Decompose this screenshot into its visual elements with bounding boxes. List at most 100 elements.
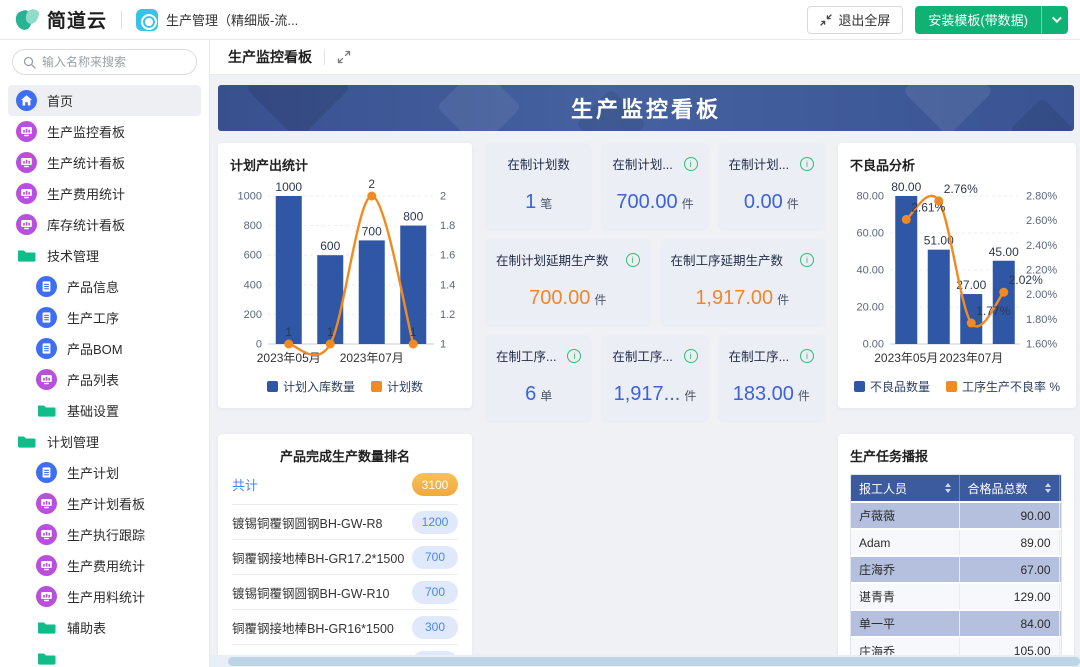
sidebar-item-生产统计看板[interactable]: 生产统计看板: [8, 147, 201, 178]
sidebar-item-生产监控看板[interactable]: 生产监控看板: [8, 116, 201, 147]
chevron-down-icon: [1051, 13, 1062, 24]
info-icon[interactable]: i: [683, 348, 698, 363]
sort-icon[interactable]: [1044, 483, 1051, 493]
sidebar-item-生产计划[interactable]: 生产计划: [8, 457, 201, 488]
column-header-报工人员[interactable]: 报工人员: [851, 475, 960, 502]
broadcast-title: 生产任务播报: [850, 449, 929, 464]
sidebar-item-生产计划看板[interactable]: 生产计划看板: [8, 488, 201, 519]
kpi-unit: 件: [594, 293, 607, 307]
sidebar-item-label: 技术管理: [47, 249, 100, 264]
column-header-合格品总数[interactable]: 合格品总数: [959, 475, 1060, 502]
svg-text:2023年05月: 2023年05月: [874, 351, 938, 365]
kpi-label: 在制工序...: [728, 350, 790, 364]
kpi-card: 在制工序延期生产数 i 1,917.00 件: [659, 239, 825, 327]
legend-item[interactable]: 不良品数量: [853, 378, 930, 395]
info-icon[interactable]: i: [625, 252, 640, 267]
quantity-pill: 700: [412, 580, 458, 604]
sidebar: 首页生产监控看板生产统计看板生产费用统计库存统计看板技术管理产品信息生产工序产品…: [0, 40, 210, 667]
info-icon[interactable]: i: [800, 156, 814, 171]
sidebar-item-基础设置[interactable]: 基础设置: [8, 395, 201, 426]
exit-fullscreen-label: 退出全屏: [838, 13, 891, 28]
svg-text:2.80%: 2.80%: [1026, 191, 1057, 203]
sidebar-item-首页[interactable]: 首页: [8, 85, 201, 116]
fullscreen-icon[interactable]: [337, 50, 351, 64]
svg-text:800: 800: [244, 220, 262, 232]
svg-text:2023年07月: 2023年07月: [340, 351, 404, 365]
sidebar-item-产品BOM[interactable]: 产品BOM: [8, 333, 201, 364]
sidebar-item-生产执行跟踪[interactable]: 生产执行跟踪: [8, 519, 201, 550]
info-icon[interactable]: i: [800, 252, 814, 267]
sidebar-item-label: 库存统计看板: [47, 218, 126, 233]
exit-fullscreen-button[interactable]: 退出全屏: [807, 5, 904, 34]
svg-text:1.77%: 1.77%: [976, 304, 1010, 318]
dashboard-icon: [36, 369, 57, 390]
sidebar-item-label: 生产用料统计: [67, 590, 146, 605]
dashboard-icon: [36, 524, 57, 545]
legend-item[interactable]: 工序生产不良率 %: [946, 378, 1060, 395]
legend-item[interactable]: 计划数: [371, 378, 423, 395]
kpi-card: 在制计划数 1 笔: [485, 143, 593, 231]
document-icon: [36, 338, 57, 359]
report-time: 2023-06: [1059, 582, 1061, 610]
svg-text:1: 1: [440, 339, 446, 351]
legend-item[interactable]: 计划入库数量: [266, 378, 355, 395]
jiandaoyun-logo[interactable]: 简道云: [13, 6, 107, 33]
kpi-value: 1: [525, 191, 537, 213]
svg-text:2.76%: 2.76%: [944, 182, 978, 196]
qualified-total: 90.00: [959, 501, 1060, 529]
scrollbar-thumb[interactable]: [228, 656, 1080, 666]
sidebar-item-partial[interactable]: [8, 643, 201, 667]
sidebar-item-label: 首页: [47, 94, 74, 109]
sidebar-item-label: 生产计划: [67, 466, 120, 481]
sidebar-item-产品列表[interactable]: 产品列表: [8, 364, 201, 395]
worker-name: 卢薇薇: [851, 501, 960, 529]
sidebar-item-label: 生产工序: [67, 311, 120, 326]
quantity-pill: 300: [412, 615, 458, 639]
kpi-card: 在制工序... i 6 单: [485, 335, 593, 423]
sidebar-item-技术管理[interactable]: 技术管理: [8, 240, 201, 271]
kpi-unit: 件: [681, 197, 694, 211]
info-icon[interactable]: i: [800, 348, 814, 363]
sidebar-item-生产费用统计[interactable]: 生产费用统计: [8, 550, 201, 581]
sidebar-item-生产费用统计[interactable]: 生产费用统计: [8, 178, 201, 209]
svg-text:1.6: 1.6: [440, 250, 455, 262]
svg-text:200: 200: [244, 309, 262, 321]
folder-icon: [38, 622, 56, 634]
kpi-cards: 在制计划数 1 笔在制计划... i 700.00 件在制计划... i 0.00 件在制计划延…: [485, 143, 825, 423]
sidebar-item-生产工序[interactable]: 生产工序: [8, 302, 201, 333]
quantity-pill: 700: [412, 545, 458, 569]
column-header-报工时间[interactable]: 报工时间: [1059, 475, 1061, 502]
kpi-card: 在制工序... i 183.00 件: [717, 335, 825, 423]
topbar: 简道云 生产管理（精细版-流... 退出全屏 安装模板(带数据): [0, 0, 1080, 40]
install-template-button[interactable]: 安装模板(带数据): [915, 5, 1068, 34]
qualified-total: 89.00: [959, 528, 1060, 556]
page-tab-title: 生产监控看板: [228, 49, 312, 65]
sort-icon[interactable]: [944, 483, 951, 493]
sidebar-item-label: 生产统计看板: [47, 156, 126, 171]
sidebar-item-辅助表[interactable]: 辅助表: [8, 612, 201, 643]
svg-text:700: 700: [362, 224, 382, 238]
sidebar-item-库存统计看板[interactable]: 库存统计看板: [8, 209, 201, 240]
sidebar-item-计划管理[interactable]: 计划管理: [8, 426, 201, 457]
kpi-value: 700.00: [616, 191, 678, 213]
install-dropdown-button[interactable]: [1041, 5, 1068, 34]
sidebar-item-label: 基础设置: [67, 404, 120, 419]
kpi-value: 1,917...: [613, 383, 681, 405]
table-row: 谌青青129.002023-06: [851, 582, 1061, 610]
search-input[interactable]: [42, 55, 186, 69]
sidebar-item-产品信息[interactable]: 产品信息: [8, 271, 201, 302]
app-tab[interactable]: 生产管理（精细版-流...: [136, 8, 298, 31]
sidebar-item-label: 生产计划看板: [67, 497, 146, 512]
quantity-pill: 1200: [412, 510, 458, 534]
info-icon[interactable]: i: [567, 348, 582, 363]
kpi-label: 在制计划...: [728, 158, 790, 172]
install-template-label: 安装模板(带数据): [928, 13, 1028, 28]
sidebar-item-生产用料统计[interactable]: 生产用料统计: [8, 581, 201, 612]
kpi-unit: 笔: [540, 197, 553, 211]
chart-legend: 计划入库数量 计划数: [230, 378, 460, 395]
sidebar-search[interactable]: [12, 49, 197, 75]
sidebar-item-label: 产品列表: [67, 373, 120, 388]
info-icon[interactable]: i: [683, 156, 698, 171]
search-icon: [23, 56, 36, 69]
kpi-label: 在制计划延期生产数: [496, 254, 609, 268]
